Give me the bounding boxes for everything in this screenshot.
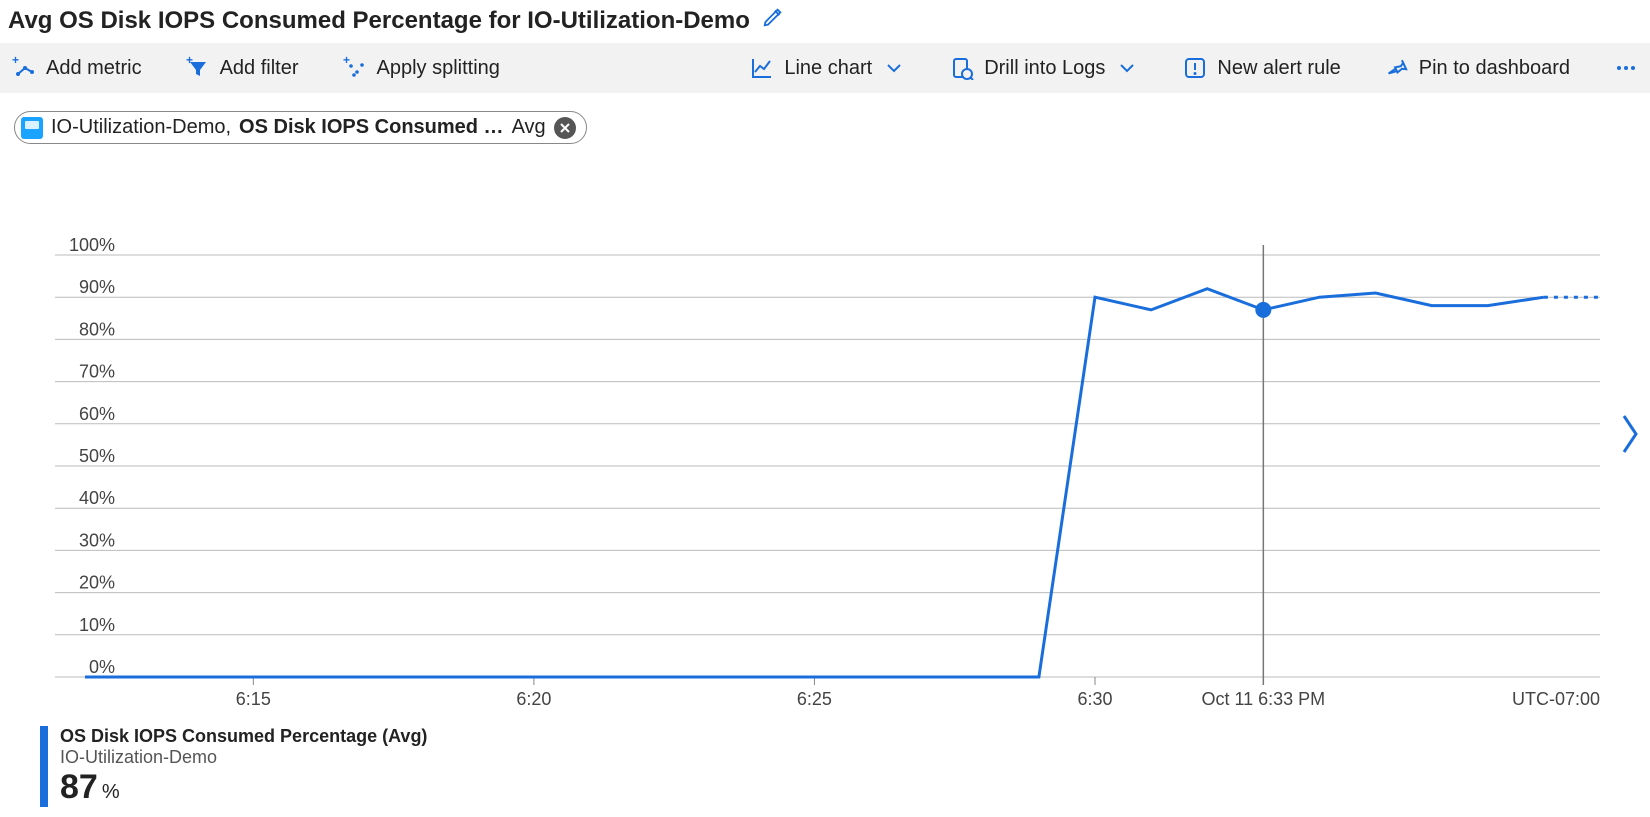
add-metric-button[interactable]: + Add metric [6,56,148,80]
add-metric-label: Add metric [46,57,142,80]
add-filter-button[interactable]: + Add filter [180,56,305,80]
chart-type-dropdown[interactable]: Line chart [744,56,912,80]
chevron-down-icon [882,56,906,80]
more-button[interactable] [1608,56,1644,80]
pill-agg: Avg [512,116,546,139]
legend-series-name: OS Disk IOPS Consumed Percentage (Avg) [60,726,427,747]
close-icon [560,123,570,133]
series-line [85,289,1544,677]
y-tick-label: 100% [69,235,115,255]
legend-resource-name: IO-Utilization-Demo [60,747,427,768]
x-tick-label: 6:20 [516,689,551,709]
chart-toolbar: + Add metric + Add filter + Apply splitt… [0,43,1650,93]
y-tick-label: 40% [79,488,115,508]
y-tick-label: 50% [79,446,115,466]
pin-dashboard-label: Pin to dashboard [1419,57,1570,80]
x-tick-label: 6:15 [236,689,271,709]
page-title: Avg OS Disk IOPS Consumed Percentage for… [8,7,750,35]
edit-title-icon[interactable] [762,6,784,35]
chart-type-label: Line chart [784,57,872,80]
new-alert-label: New alert rule [1217,57,1340,80]
add-metric-icon: + [12,56,36,80]
y-tick-label: 30% [79,530,115,550]
svg-text:+: + [186,56,193,67]
svg-text:+: + [343,56,350,67]
filter-icon: + [186,56,210,80]
y-tick-label: 60% [79,404,115,424]
drill-logs-label: Drill into Logs [984,57,1105,80]
chevron-down-icon [1115,56,1139,80]
y-tick-label: 80% [79,319,115,339]
y-tick-label: 20% [79,573,115,593]
vm-icon [21,117,43,139]
alert-icon [1183,56,1207,80]
apply-splitting-label: Apply splitting [377,57,500,80]
x-tick-label: 6:30 [1077,689,1112,709]
y-tick-label: 0% [89,657,115,677]
expand-panel-button[interactable] [1616,410,1644,463]
split-icon: + [343,56,367,80]
add-filter-label: Add filter [220,57,299,80]
logs-icon [950,56,974,80]
legend-unit: % [102,781,120,803]
pill-metric: OS Disk IOPS Consumed … [239,116,504,139]
pin-icon [1385,56,1409,80]
new-alert-rule-button[interactable]: New alert rule [1177,56,1346,80]
chevron-right-icon [1616,410,1644,458]
metric-pill[interactable]: IO-Utilization-Demo, OS Disk IOPS Consum… [14,111,587,144]
metrics-chart[interactable]: 0% 10% 20% 30% 40% 50% 60% 70% 80% 90% 100% 6:15 6:2… [30,235,1610,727]
drill-logs-dropdown[interactable]: Drill into Logs [944,56,1145,80]
pin-dashboard-button[interactable]: Pin to dashboard [1379,56,1576,80]
y-tick-label: 90% [79,277,115,297]
legend-value: 87 [60,768,98,806]
y-tick-label: 70% [79,362,115,382]
remove-metric-button[interactable] [554,117,576,139]
line-chart-icon [750,56,774,80]
pill-resource: IO-Utilization-Demo, [51,116,231,139]
legend-block[interactable]: OS Disk IOPS Consumed Percentage (Avg) I… [40,726,427,807]
hover-time-label: Oct 11 6:33 PM [1201,689,1325,709]
timezone-label: UTC-07:00 [1512,689,1600,709]
legend-color-swatch [40,726,48,807]
more-icon [1614,56,1638,80]
apply-splitting-button[interactable]: + Apply splitting [337,56,506,80]
x-tick-label: 6:25 [797,689,832,709]
svg-text:+: + [12,56,19,67]
y-tick-label: 10% [79,615,115,635]
